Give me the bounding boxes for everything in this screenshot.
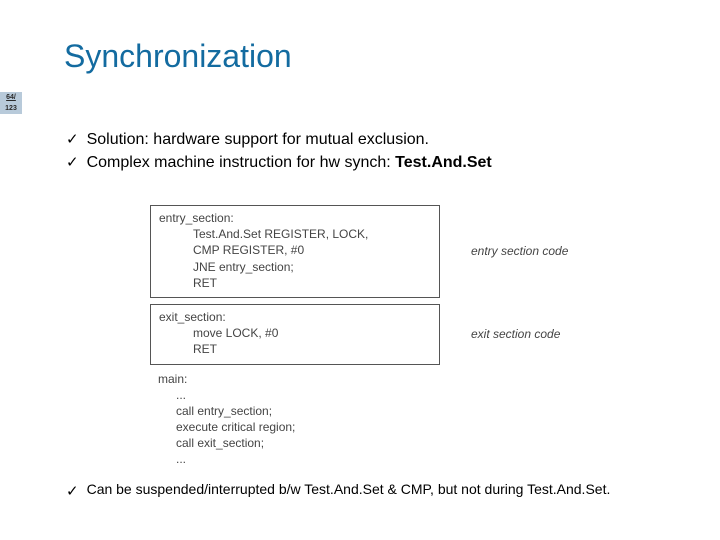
page-number-total: 123 [0,103,22,114]
bullet-text-prefix: Complex machine instruction for hw synch… [87,154,396,171]
footnote-text: Can be suspended/interrupted b/w Test.An… [87,480,611,499]
page-title: Synchronization [64,38,292,75]
body: ✓ Solution: hardware support for mutual … [66,128,682,174]
code-label: exit_section: [159,310,226,324]
check-icon: ✓ [66,151,79,174]
code-line: execute critical region; [158,419,640,435]
page-number-current: 64/ [0,92,22,103]
code-label: entry_section: [159,211,234,225]
code-line: ... [158,387,640,403]
check-icon: ✓ [66,480,79,503]
list-item: ✓ Solution: hardware support for mutual … [66,128,682,151]
code-line: ... [158,451,640,467]
code-line: call exit_section; [158,435,640,451]
code-diagram: entry_section: Test.And.Set REGISTER, LO… [150,205,640,468]
bullet-text: Solution: hardware support for mutual ex… [87,128,429,151]
exit-section-box: exit_section: move LOCK, #0 RET exit sec… [150,304,440,365]
code-line: RET [159,341,431,357]
code-line: Test.And.Set REGISTER, LOCK, [159,226,431,242]
bullet-text-bold: Test.And.Set [395,154,492,171]
code-line: JNE entry_section; [159,259,431,275]
entry-section-box: entry_section: Test.And.Set REGISTER, LO… [150,205,440,298]
annotation: exit section code [471,326,560,342]
code-label: main: [158,372,187,386]
page-number-badge: 64/ 123 [0,92,22,114]
annotation: entry section code [471,243,568,259]
footnote: ✓ Can be suspended/interrupted b/w Test.… [66,480,700,503]
bullet-text: Complex machine instruction for hw synch… [87,151,492,174]
slide: Synchronization 64/ 123 ✓ Solution: hard… [0,0,720,540]
code-line: call entry_section; [158,403,640,419]
bullet-list: ✓ Solution: hardware support for mutual … [66,128,682,174]
main-section: main: ... call entry_section; execute cr… [158,371,640,468]
check-icon: ✓ [66,128,79,151]
code-line: RET [159,275,431,291]
code-line: CMP REGISTER, #0 [159,242,431,258]
list-item: ✓ Complex machine instruction for hw syn… [66,151,682,174]
code-line: move LOCK, #0 [159,325,431,341]
